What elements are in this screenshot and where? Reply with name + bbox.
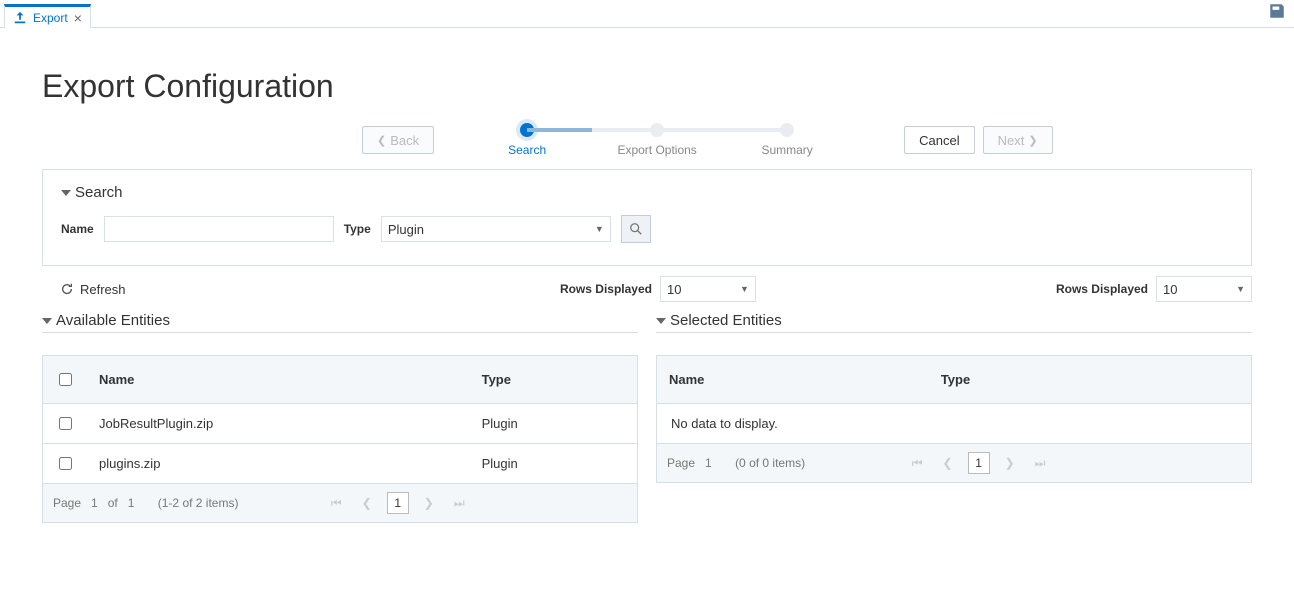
pager-next-icon[interactable]: ❯ <box>419 496 439 510</box>
wizard-stepper: Search Export Options Summary <box>462 123 852 157</box>
type-dropdown[interactable]: Plugin ▼ <box>381 216 611 242</box>
row-checkbox[interactable] <box>59 417 72 430</box>
save-icon[interactable] <box>1268 2 1286 20</box>
pager-next-icon[interactable]: ❯ <box>1000 456 1020 470</box>
chevron-left-icon: ❮ <box>377 134 386 147</box>
pager-last-icon[interactable]: ⏭ <box>1030 456 1051 471</box>
row-checkbox[interactable] <box>59 457 72 470</box>
rows-displayed-right: Rows Displayed 10 ▼ <box>1056 276 1252 302</box>
rows-displayed-left: Rows Displayed 10 ▼ <box>560 276 756 302</box>
selected-pager: Page 1 (0 of 0 items) ⏮ ❮ 1 ❯ ⏭ <box>656 444 1252 483</box>
table-row[interactable]: JobResultPlugin.zip Plugin <box>43 404 638 444</box>
tab-export[interactable]: Export × <box>4 4 91 28</box>
pager-first-icon[interactable]: ⏮ <box>326 496 347 511</box>
collapse-icon <box>656 318 666 324</box>
cell-name: plugins.zip <box>87 444 470 484</box>
step-label: Summary <box>761 143 812 157</box>
back-button[interactable]: ❮ Back <box>362 126 434 154</box>
type-label: Type <box>344 222 371 236</box>
step-label: Search <box>508 143 546 157</box>
pager-current-page[interactable]: 1 <box>387 492 409 514</box>
tab-strip: Export × <box>0 0 1294 28</box>
cell-name: JobResultPlugin.zip <box>87 404 470 444</box>
col-name[interactable]: Name <box>657 356 929 404</box>
cell-type: Plugin <box>470 444 638 484</box>
refresh-link[interactable]: Refresh <box>60 282 126 297</box>
next-button[interactable]: Next ❯ <box>983 126 1053 154</box>
selected-entities: Selected Entities Name Type No data to d… <box>656 312 1252 523</box>
table-row[interactable]: plugins.zip Plugin <box>43 444 638 484</box>
selected-heading[interactable]: Selected Entities <box>656 312 1252 333</box>
chevron-down-icon: ▼ <box>1236 284 1245 294</box>
available-table: Name Type JobResultPlugin.zip Plugin plu… <box>42 355 638 484</box>
col-actions <box>1172 356 1252 404</box>
available-heading[interactable]: Available Entities <box>42 312 638 333</box>
step-dot <box>650 123 664 137</box>
pager-last-icon[interactable]: ⏭ <box>449 496 470 511</box>
no-data-message: No data to display. <box>656 404 1252 444</box>
selected-table: Name Type <box>656 355 1252 404</box>
search-go-button[interactable] <box>621 215 651 243</box>
name-input[interactable] <box>104 216 334 242</box>
export-icon <box>13 11 27 25</box>
step-search[interactable]: Search <box>462 123 592 157</box>
chevron-down-icon: ▼ <box>740 284 749 294</box>
select-all-checkbox[interactable] <box>59 373 72 386</box>
step-label: Export Options <box>617 143 696 157</box>
page-body: Export Configuration ❮ Back Search Expor… <box>0 28 1294 535</box>
rows-displayed-dropdown[interactable]: 10 ▼ <box>660 276 756 302</box>
pager-first-icon[interactable]: ⏮ <box>907 456 928 471</box>
step-dot <box>520 123 534 137</box>
page-title: Export Configuration <box>42 68 1252 105</box>
refresh-icon <box>60 282 74 296</box>
pager-prev-icon[interactable]: ❮ <box>357 496 377 510</box>
cell-type: Plugin <box>470 404 638 444</box>
step-dot <box>780 123 794 137</box>
chevron-right-icon: ❯ <box>1028 134 1037 147</box>
col-type[interactable]: Type <box>470 356 638 404</box>
entity-columns: Available Entities Name Type JobResultPl… <box>42 312 1252 523</box>
cancel-button[interactable]: Cancel <box>904 126 974 154</box>
search-panel-header[interactable]: Search <box>61 184 1233 201</box>
search-panel: Search Name Type Plugin ▼ <box>42 169 1252 266</box>
tab-close-icon[interactable]: × <box>74 11 82 25</box>
col-type[interactable]: Type <box>929 356 1172 404</box>
collapse-icon <box>61 190 71 196</box>
available-entities: Available Entities Name Type JobResultPl… <box>42 312 638 523</box>
tab-label: Export <box>33 11 68 25</box>
name-label: Name <box>61 222 94 236</box>
toolbar-row: Refresh Rows Displayed 10 ▼ Rows Display… <box>42 276 1252 302</box>
chevron-down-icon: ▼ <box>595 224 604 234</box>
rows-displayed-dropdown[interactable]: 10 ▼ <box>1156 276 1252 302</box>
magnify-icon <box>629 222 643 236</box>
wizard-header: ❮ Back Search Export Options Summary Can… <box>42 123 1252 157</box>
collapse-icon <box>42 318 52 324</box>
pager-current-page[interactable]: 1 <box>968 452 990 474</box>
type-value: Plugin <box>388 222 424 237</box>
pager-prev-icon[interactable]: ❮ <box>938 456 958 470</box>
col-name[interactable]: Name <box>87 356 470 404</box>
available-pager: Page 1 of 1 (1-2 of 2 items) ⏮ ❮ 1 ❯ ⏭ <box>42 484 638 523</box>
